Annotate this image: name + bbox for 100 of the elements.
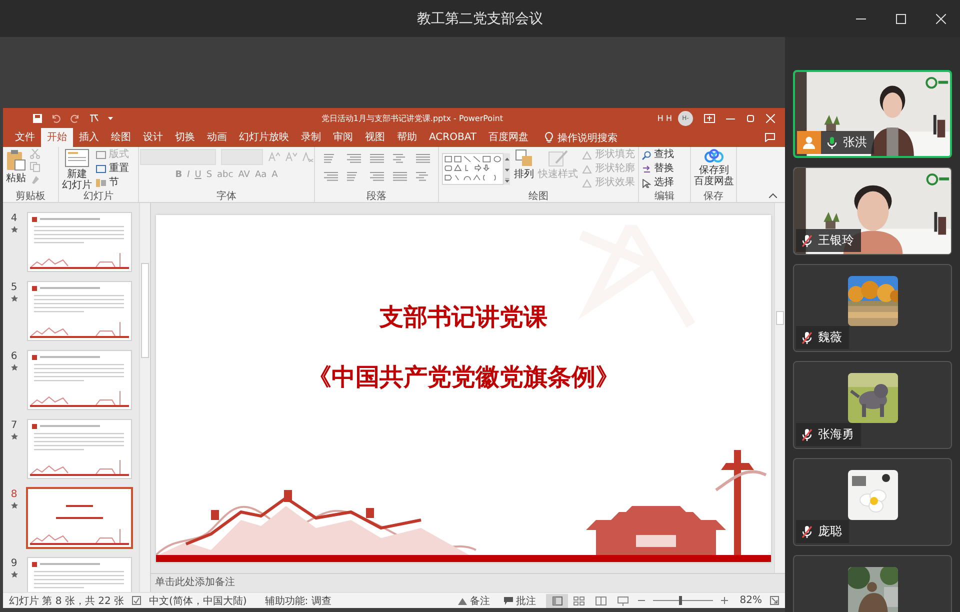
comment-icon xyxy=(504,596,513,604)
lightbulb-icon xyxy=(544,132,552,143)
zoom-in-icon[interactable] xyxy=(720,597,728,604)
paragraph-format-icon[interactable] xyxy=(416,154,430,164)
slide-subtitle: 《中国共产党党徽党旗条例》 xyxy=(308,362,620,393)
fit-to-window-icon[interactable] xyxy=(770,596,779,605)
slide-number: 6 xyxy=(10,351,18,362)
user-name[interactable]: H H xyxy=(657,114,672,122)
ribbon-tab[interactable]: ACROBAT xyxy=(423,128,482,147)
slide-thumbnail[interactable] xyxy=(28,282,131,340)
accessibility-status[interactable]: 辅助功能: 调查 xyxy=(264,594,332,608)
ribbon-tab[interactable]: 绘图 xyxy=(105,128,137,147)
slide-thumbnail[interactable] xyxy=(28,420,131,478)
star-icon xyxy=(10,226,18,233)
paragraph-format-icon[interactable] xyxy=(416,172,430,182)
close-icon[interactable] xyxy=(936,14,946,24)
redo-icon[interactable] xyxy=(70,114,80,122)
comments-icon[interactable] xyxy=(765,133,775,142)
participant-tile[interactable]: 张海勇 xyxy=(793,361,952,449)
slide-number: 4 xyxy=(10,213,18,224)
paragraph-format-icon[interactable] xyxy=(392,172,406,182)
group-label: 编辑 xyxy=(654,191,676,202)
slide-number: 9 xyxy=(10,558,18,569)
ribbon-tab[interactable]: 帮助 xyxy=(391,128,423,147)
ribbon-tab[interactable]: 录制 xyxy=(295,128,327,147)
group-label: 保存 xyxy=(702,191,724,202)
maximize-icon[interactable] xyxy=(896,14,906,24)
paragraph-format-icon[interactable] xyxy=(370,154,384,164)
tell-me-search[interactable]: 操作说明搜索 xyxy=(534,128,618,147)
group-label: 幻灯片 xyxy=(82,191,114,202)
participant-name: 王银玲 xyxy=(796,229,861,252)
new-slide-button[interactable]: 新建 幻灯片 xyxy=(62,149,92,191)
slide-number: 5 xyxy=(10,282,18,293)
paragraph-format-icon[interactable] xyxy=(324,172,338,182)
zoom-level[interactable]: 82% xyxy=(740,595,762,606)
star-icon xyxy=(10,364,18,371)
normal-view-icon[interactable] xyxy=(546,594,568,608)
ribbon-tab[interactable]: 开始 xyxy=(41,128,73,147)
ribbon-tab[interactable]: 动画 xyxy=(201,128,233,147)
cloud-icon xyxy=(704,149,724,163)
slide-title: 支部书记讲党课 xyxy=(380,302,548,333)
ribbon-tab[interactable]: 设计 xyxy=(137,128,169,147)
slide-count: 幻灯片 第 8 张，共 22 张 xyxy=(9,594,124,608)
notes-placeholder[interactable]: 单击此处添加备注 xyxy=(155,577,235,588)
slide-number: 7 xyxy=(10,420,18,431)
scrollbar[interactable] xyxy=(139,203,150,592)
notes-icon xyxy=(458,596,467,604)
collapse-ribbon-icon[interactable] xyxy=(769,193,777,198)
slide-thumbnail[interactable] xyxy=(28,213,131,271)
ribbon-tab[interactable]: 百度网盘 xyxy=(482,128,534,147)
reset-icon xyxy=(96,165,106,173)
layout-icon xyxy=(96,151,106,159)
brush-icon xyxy=(548,149,568,167)
section-button[interactable]: 节 xyxy=(96,177,119,189)
font-name-field[interactable] xyxy=(140,149,216,165)
save-icon[interactable] xyxy=(33,114,42,122)
group-label: 绘图 xyxy=(528,191,550,202)
star-icon xyxy=(10,433,18,440)
replace-icon xyxy=(642,164,651,174)
participant-tile[interactable]: 王银玲 xyxy=(793,167,952,255)
paragraph-format-icon[interactable] xyxy=(392,154,406,164)
editing-button[interactable]: 替换 xyxy=(642,163,674,175)
ribbon-tab[interactable]: 视图 xyxy=(359,128,391,147)
editing-button[interactable]: 查找 xyxy=(642,149,674,161)
slide-thumbnail[interactable] xyxy=(28,351,131,409)
comments-button[interactable]: 批注 xyxy=(504,594,536,608)
save-to-cloud-button[interactable]: 保存到 百度网盘 xyxy=(694,149,734,187)
ribbon-tab[interactable]: 切换 xyxy=(169,128,201,147)
ribbon-tab[interactable]: 幻灯片放映 xyxy=(233,128,295,147)
window-title: 教工第二党支部会议 xyxy=(417,10,543,28)
slide-thumbnail[interactable] xyxy=(28,489,131,547)
zoom-slider[interactable] xyxy=(678,596,682,605)
slide-number: 8 xyxy=(10,489,18,500)
paragraph-format-icon[interactable] xyxy=(346,154,360,164)
notes-button[interactable]: 备注 xyxy=(458,594,490,608)
ribbon-tab[interactable]: 文件 xyxy=(9,128,41,147)
ribbon-tab[interactable]: 插入 xyxy=(73,128,105,147)
group-label: 剪贴板 xyxy=(14,191,46,202)
spellcheck-icon[interactable] xyxy=(132,596,141,605)
document-title: 党日活动1月与支部书记讲党课.pptx - PowerPoint xyxy=(321,112,504,124)
customize-caret-icon[interactable] xyxy=(108,116,113,120)
star-icon xyxy=(10,571,18,578)
ribbon-display-icon[interactable] xyxy=(704,114,715,122)
arrange-icon xyxy=(515,149,533,167)
restore-icon[interactable] xyxy=(746,114,755,122)
participant-tile[interactable]: 庞聪 xyxy=(793,458,952,546)
slide-icon xyxy=(65,149,89,167)
language-status[interactable]: 中文(简体，中国大陆) xyxy=(148,594,247,608)
ribbon-tab[interactable]: 审阅 xyxy=(327,128,359,147)
participant-tile[interactable]: 张洪 xyxy=(793,70,952,158)
undo-icon[interactable] xyxy=(51,114,61,122)
paste-button[interactable]: 粘贴 xyxy=(6,149,26,184)
scrollbar[interactable] xyxy=(774,203,785,573)
reset-button[interactable]: 重置 xyxy=(96,163,129,175)
participant-tile[interactable]: 魏薇 xyxy=(793,264,952,352)
zoom-out-icon[interactable] xyxy=(638,597,645,604)
touch-mode-icon[interactable] xyxy=(89,113,99,123)
paragraph-format-icon[interactable] xyxy=(370,172,384,182)
editing-button[interactable]: 选择 xyxy=(642,177,674,189)
arrange-button[interactable]: 排列 xyxy=(514,149,534,180)
